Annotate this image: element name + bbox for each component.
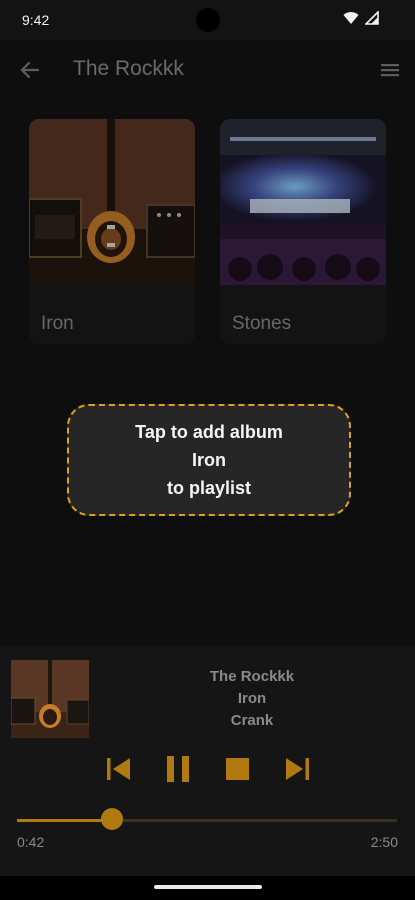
- signal-icon: [365, 11, 379, 25]
- home-indicator[interactable]: [154, 885, 262, 889]
- album-art-stones: [220, 119, 386, 285]
- album-art-iron: [29, 119, 195, 285]
- album-card-stones[interactable]: Stones: [220, 119, 386, 344]
- camera-cutout: [196, 8, 220, 32]
- prompt-line: Tap to add album: [135, 422, 283, 442]
- app-bar: The Rockkk: [0, 48, 415, 92]
- hamburger-icon[interactable]: [379, 60, 401, 80]
- stop-icon[interactable]: [223, 752, 253, 786]
- playback-controls: [0, 752, 415, 788]
- now-playing-album-art: [11, 660, 89, 738]
- status-icons: [343, 11, 379, 25]
- prompt-album-name: Iron: [192, 450, 226, 470]
- album-title: Iron: [237, 690, 267, 707]
- track-info: The Rockkk Iron Crank: [150, 666, 354, 732]
- skip-previous-icon[interactable]: [104, 752, 134, 786]
- pause-icon[interactable]: [163, 752, 193, 786]
- album-name: Stones: [232, 313, 292, 334]
- seek-thumb[interactable]: [101, 808, 123, 830]
- seek-bar[interactable]: [17, 808, 397, 830]
- skip-next-icon[interactable]: [282, 752, 312, 786]
- prompt-line: to playlist: [166, 478, 251, 498]
- seek-progress: [17, 819, 112, 822]
- now-playing-panel: The Rockkk Iron Crank 0:42 2:50: [0, 648, 415, 876]
- page-title: The Rockkk: [73, 57, 184, 80]
- current-time: 0:42: [17, 834, 45, 850]
- status-bar: 9:42: [0, 0, 415, 40]
- artist-name: The Rockkk: [209, 668, 295, 685]
- album-card-iron[interactable]: Iron: [29, 119, 195, 344]
- arrow-left-icon[interactable]: [16, 58, 44, 82]
- add-to-playlist-prompt[interactable]: Tap to add album Iron to playlist: [67, 404, 351, 516]
- track-title: Crank: [230, 712, 274, 729]
- wifi-icon: [343, 12, 359, 24]
- album-name: Iron: [41, 313, 74, 334]
- total-time: 2:50: [370, 834, 398, 850]
- status-time: 9:42: [22, 12, 50, 28]
- system-nav-bar: [0, 876, 415, 900]
